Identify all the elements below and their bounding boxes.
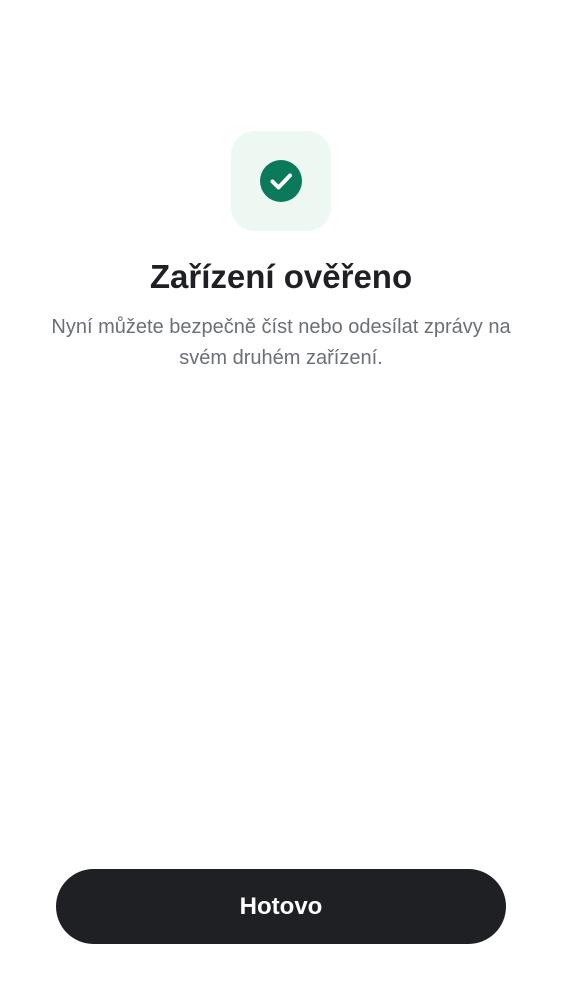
device-verified-screen: Zařízení ověřeno Nyní můžete bezpečně čí… (0, 0, 562, 1000)
page-title: Zařízení ověřeno (149, 258, 413, 295)
check-circle-icon (260, 160, 302, 202)
page-subtitle: Nyní můžete bezpečně číst nebo odesílat … (51, 316, 511, 369)
done-button[interactable]: Hotovo (56, 869, 506, 944)
success-icon-tile (231, 131, 331, 231)
